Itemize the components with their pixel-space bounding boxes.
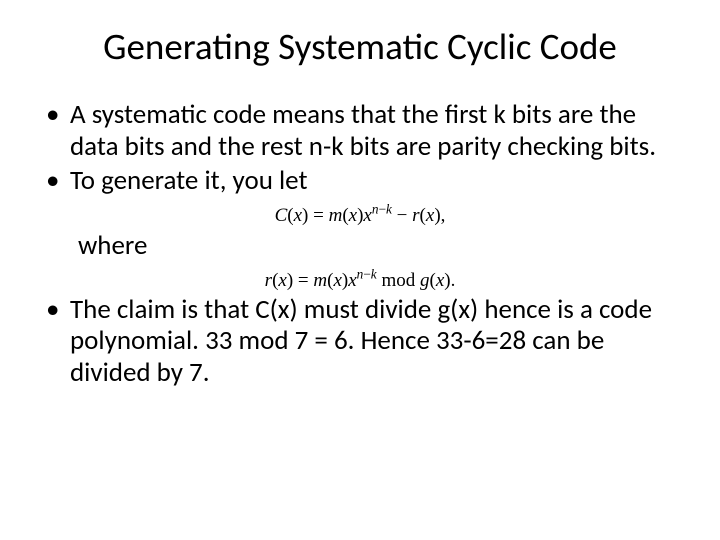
bullet-list: A systematic code means that the first k… <box>40 99 680 197</box>
bullet-1: A systematic code means that the first k… <box>40 99 680 163</box>
where-label: where <box>40 229 680 262</box>
formula-1-block: C(x) = m(x)xn−k − r(x), <box>40 205 680 227</box>
formula-2: r(x) = m(x)xn−k mod g(x). <box>265 270 456 291</box>
bullet-list-2: The claim is that C(x) must divide g(x) … <box>40 294 680 390</box>
bullet-3: The claim is that C(x) must divide g(x) … <box>40 294 680 390</box>
bullet-2: To generate it, you let <box>40 165 680 197</box>
slide: Generating Systematic Cyclic Code A syst… <box>0 0 720 540</box>
formula-2-block: r(x) = m(x)xn−k mod g(x). <box>40 270 680 292</box>
slide-title: Generating Systematic Cyclic Code <box>40 24 680 69</box>
formula-1: C(x) = m(x)xn−k − r(x), <box>275 205 446 226</box>
